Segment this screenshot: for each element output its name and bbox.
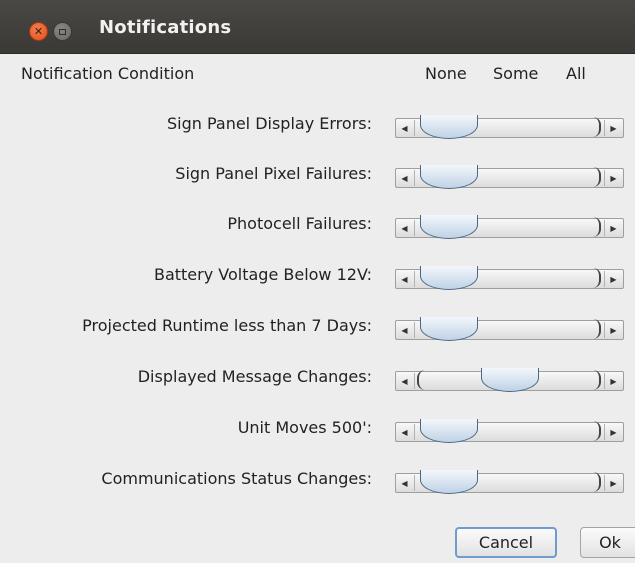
notifications-dialog: ✕ Notifications Notification Condition N… <box>0 0 635 563</box>
level-slider[interactable]: ◀ ▶ <box>395 266 624 290</box>
arrow-left-icon[interactable]: ◀ <box>397 273 412 285</box>
level-slider[interactable]: ◀ ▶ <box>395 115 624 139</box>
slider-divider <box>604 220 605 236</box>
column-some-label: Some <box>493 64 539 83</box>
slider-divider <box>414 271 415 287</box>
ok-button[interactable]: Ok <box>580 527 635 558</box>
arrow-right-icon[interactable]: ▶ <box>606 426 621 438</box>
condition-label: Battery Voltage Below 12V: <box>153 265 372 284</box>
column-none-label: None <box>425 64 467 83</box>
arrow-left-icon[interactable]: ◀ <box>397 172 412 184</box>
condition-label: Displayed Message Changes: <box>137 367 372 386</box>
arrow-right-icon[interactable]: ▶ <box>606 477 621 489</box>
window-title: Notifications <box>99 17 232 38</box>
condition-label: Photocell Failures: <box>227 214 372 233</box>
condition-label: Sign Panel Display Errors: <box>166 114 372 133</box>
level-slider[interactable]: ◀ ▶ <box>395 165 624 189</box>
arrow-left-icon[interactable]: ◀ <box>397 122 412 134</box>
slider-divider <box>414 424 415 440</box>
arrow-left-icon[interactable]: ◀ <box>397 477 412 489</box>
level-slider[interactable]: ◀ ▶ <box>395 470 624 494</box>
slider-divider <box>604 322 605 338</box>
level-slider[interactable]: ◀ ▶ <box>395 368 624 392</box>
slider-divider <box>604 475 605 491</box>
arrow-right-icon[interactable]: ▶ <box>606 122 621 134</box>
condition-label: Projected Runtime less than 7 Days: <box>82 316 372 335</box>
minimize-button[interactable] <box>53 22 72 41</box>
slider-divider <box>604 373 605 389</box>
slider-divider <box>604 424 605 440</box>
slider-start-cap <box>417 370 425 390</box>
slider-divider <box>414 120 415 136</box>
condition-label: Communications Status Changes: <box>101 469 372 488</box>
slider-divider <box>414 373 415 389</box>
arrow-right-icon[interactable]: ▶ <box>606 273 621 285</box>
condition-label: Unit Moves 500': <box>237 418 372 437</box>
title-bar[interactable]: ✕ Notifications <box>0 0 635 54</box>
arrow-right-icon[interactable]: ▶ <box>606 375 621 387</box>
minimize-icon <box>59 28 66 35</box>
slider-divider <box>604 271 605 287</box>
arrow-right-icon[interactable]: ▶ <box>606 172 621 184</box>
column-all-label: All <box>566 64 586 83</box>
level-slider[interactable]: ◀ ▶ <box>395 215 624 239</box>
arrow-left-icon[interactable]: ◀ <box>397 324 412 336</box>
arrow-right-icon[interactable]: ▶ <box>606 324 621 336</box>
cancel-button[interactable]: Cancel <box>455 527 557 558</box>
slider-divider <box>414 220 415 236</box>
slider-divider <box>604 170 605 186</box>
close-button[interactable]: ✕ <box>29 22 48 41</box>
close-icon: ✕ <box>33 25 44 38</box>
level-slider[interactable]: ◀ ▶ <box>395 317 624 341</box>
arrow-left-icon[interactable]: ◀ <box>397 222 412 234</box>
arrow-left-icon[interactable]: ◀ <box>397 426 412 438</box>
condition-label: Sign Panel Pixel Failures: <box>175 164 372 183</box>
level-slider[interactable]: ◀ ▶ <box>395 419 624 443</box>
notification-condition-label: Notification Condition <box>21 64 195 83</box>
slider-divider <box>414 322 415 338</box>
slider-divider <box>414 170 415 186</box>
arrow-left-icon[interactable]: ◀ <box>397 375 412 387</box>
arrow-right-icon[interactable]: ▶ <box>606 222 621 234</box>
slider-divider <box>604 120 605 136</box>
slider-divider <box>414 475 415 491</box>
